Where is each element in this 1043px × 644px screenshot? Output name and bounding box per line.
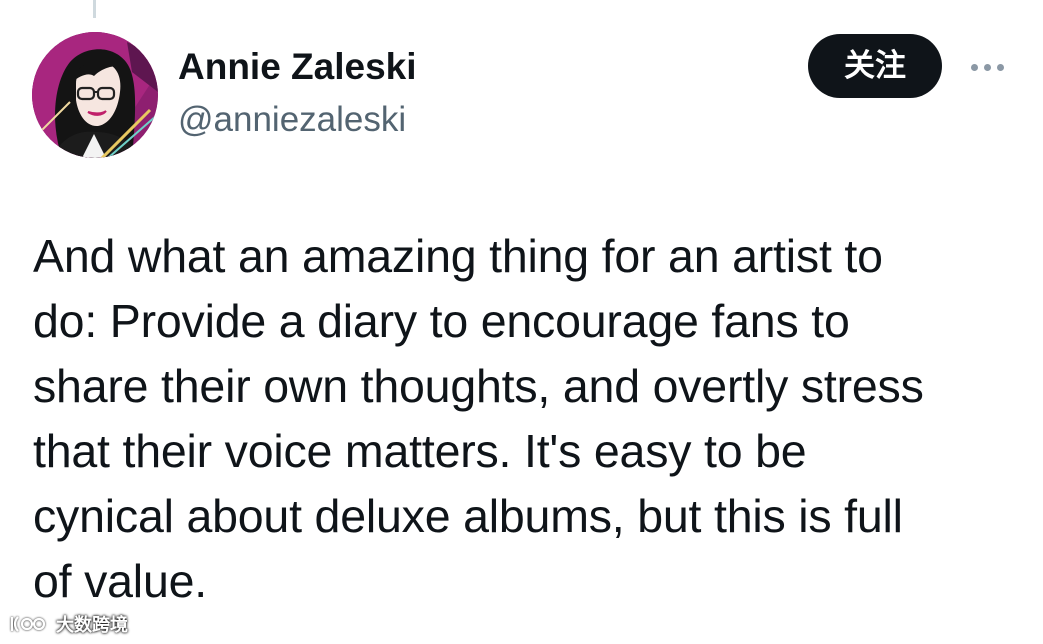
more-options-button[interactable] (962, 50, 1012, 84)
tweet-text-line: do: Provide a diary to encourage fans to (33, 295, 850, 347)
author-display-name[interactable]: Annie Zaleski (178, 44, 417, 90)
more-horizontal-icon-dot (983, 63, 991, 71)
thread-connector-line (93, 0, 96, 18)
watermark: 大数跨境 (8, 612, 128, 636)
watermark-text: 大数跨境 (56, 615, 128, 636)
tweet-text-line: share their own thoughts, and overtly st… (33, 360, 924, 412)
follow-button[interactable]: 关注 (808, 34, 942, 98)
author-handle[interactable]: @anniezaleski (178, 97, 406, 143)
tweet-text: And what an amazing thing for an artist … (33, 224, 1023, 614)
tweet-text-line: of value. (33, 555, 207, 607)
watermark-logo-icon (10, 616, 46, 632)
tweet-text-line: And what an amazing thing for an artist … (33, 230, 883, 282)
illustrated-portrait-avatar-icon (32, 32, 158, 158)
tweet-text-line: cynical about deluxe albums, but this is… (33, 490, 903, 542)
more-horizontal-icon (970, 63, 978, 71)
more-horizontal-icon-dot (996, 63, 1004, 71)
author-avatar[interactable] (32, 32, 158, 158)
tweet-text-line: that their voice matters. It's easy to b… (33, 425, 807, 477)
